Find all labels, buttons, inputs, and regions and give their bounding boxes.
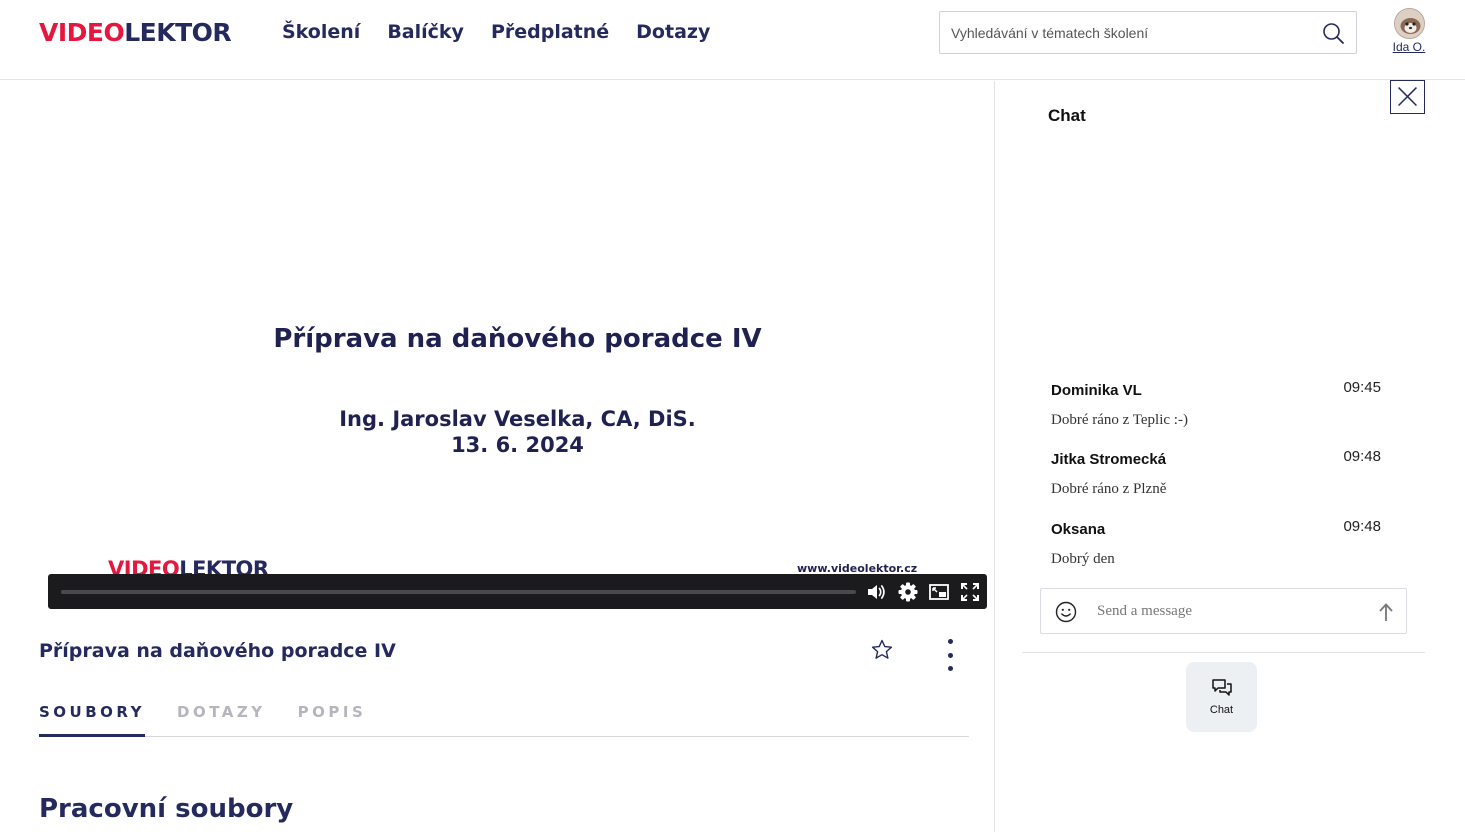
chat-message-author: Dominika VL <box>1051 382 1142 399</box>
nav-item-predplatne[interactable]: Předplatné <box>491 18 609 46</box>
user-menu[interactable]: Ida O. <box>1388 8 1430 54</box>
slide-author: Ing. Jaroslav Veselka, CA, DiS. <box>339 407 696 431</box>
chat-message-text: Dobré ráno z Teplic :-) <box>1051 412 1188 428</box>
fullscreen-icon[interactable] <box>959 581 981 603</box>
site-logo[interactable]: VIDEOLEKTOR <box>39 18 232 48</box>
site-header: VIDEOLEKTOR Školení Balíčky Předplatné D… <box>0 0 1465 80</box>
volume-icon[interactable] <box>865 581 887 603</box>
chat-message-time: 09:48 <box>1343 448 1381 465</box>
chat-bubbles-icon <box>1211 679 1232 696</box>
chat-title: Chat <box>1048 106 1086 125</box>
slide-date: 13. 6. 2024 <box>451 433 584 457</box>
tab-popis[interactable]: POPIS <box>298 693 367 737</box>
chat-toggle-button[interactable]: Chat <box>1186 662 1257 732</box>
chat-message-input[interactable] <box>1097 598 1357 624</box>
chat-message-time: 09:48 <box>1343 518 1381 535</box>
nav-item-skoleni[interactable]: Školení <box>282 18 360 46</box>
settings-gear-icon[interactable] <box>897 581 919 603</box>
chat-message-time: 09:45 <box>1343 379 1381 396</box>
chat-toggle-label: Chat <box>1209 704 1234 716</box>
search-icon[interactable] <box>1321 21 1345 45</box>
tab-soubory[interactable]: SOUBORY <box>39 693 146 737</box>
section-title: Pracovní soubory <box>39 794 294 824</box>
main-nav: Školení Balíčky Předplatné Dotazy <box>282 18 710 46</box>
more-dot <box>947 666 953 671</box>
chat-message-author: Oksana <box>1051 521 1106 538</box>
close-icon[interactable] <box>1390 80 1425 114</box>
search-input[interactable] <box>951 24 1321 41</box>
progress-bar[interactable] <box>61 590 856 594</box>
more-dot <box>947 639 953 644</box>
course-title: Příprava na daňového poradce IV <box>39 640 396 662</box>
search-box <box>939 11 1357 54</box>
video-player[interactable]: Příprava na daňového poradce IV Ing. Jar… <box>48 81 987 609</box>
chat-message-text: Dobré ráno z Plzně <box>1051 481 1167 497</box>
main-content: Příprava na daňového poradce IV Ing. Jar… <box>0 81 995 832</box>
chat-divider <box>1022 652 1425 653</box>
avatar[interactable] <box>1393 8 1425 39</box>
chat-message-text: Dobrý den <box>1051 551 1115 567</box>
chat-input-box <box>1040 588 1407 634</box>
course-tabs: SOUBORY DOTAZY POPIS <box>39 693 969 737</box>
slide-title: Příprava na daňového poradce IV <box>273 324 762 354</box>
nav-item-dotazy[interactable]: Dotazy <box>636 18 710 46</box>
more-dot <box>947 652 953 658</box>
avatar-image-icon <box>1394 9 1424 38</box>
nav-item-balicky[interactable]: Balíčky <box>387 18 464 46</box>
picture-in-picture-icon[interactable] <box>928 581 950 603</box>
chat-panel: Chat Dominika VL 09:45 Dobré ráno z Tepl… <box>996 80 1465 832</box>
user-name-link[interactable]: Ida O. <box>1388 40 1430 54</box>
chat-message-author: Jitka Stromecká <box>1051 451 1167 468</box>
send-arrow-icon[interactable] <box>1375 601 1397 623</box>
tab-dotazy[interactable]: DOTAZY <box>177 693 266 737</box>
more-options-icon[interactable] <box>940 638 960 672</box>
emoji-icon[interactable] <box>1054 600 1078 624</box>
logo-part-video: VIDEO <box>39 18 125 47</box>
logo-part-lektor: LEKTOR <box>124 18 232 47</box>
favorite-star-icon[interactable] <box>870 638 894 662</box>
video-controls <box>48 574 987 609</box>
